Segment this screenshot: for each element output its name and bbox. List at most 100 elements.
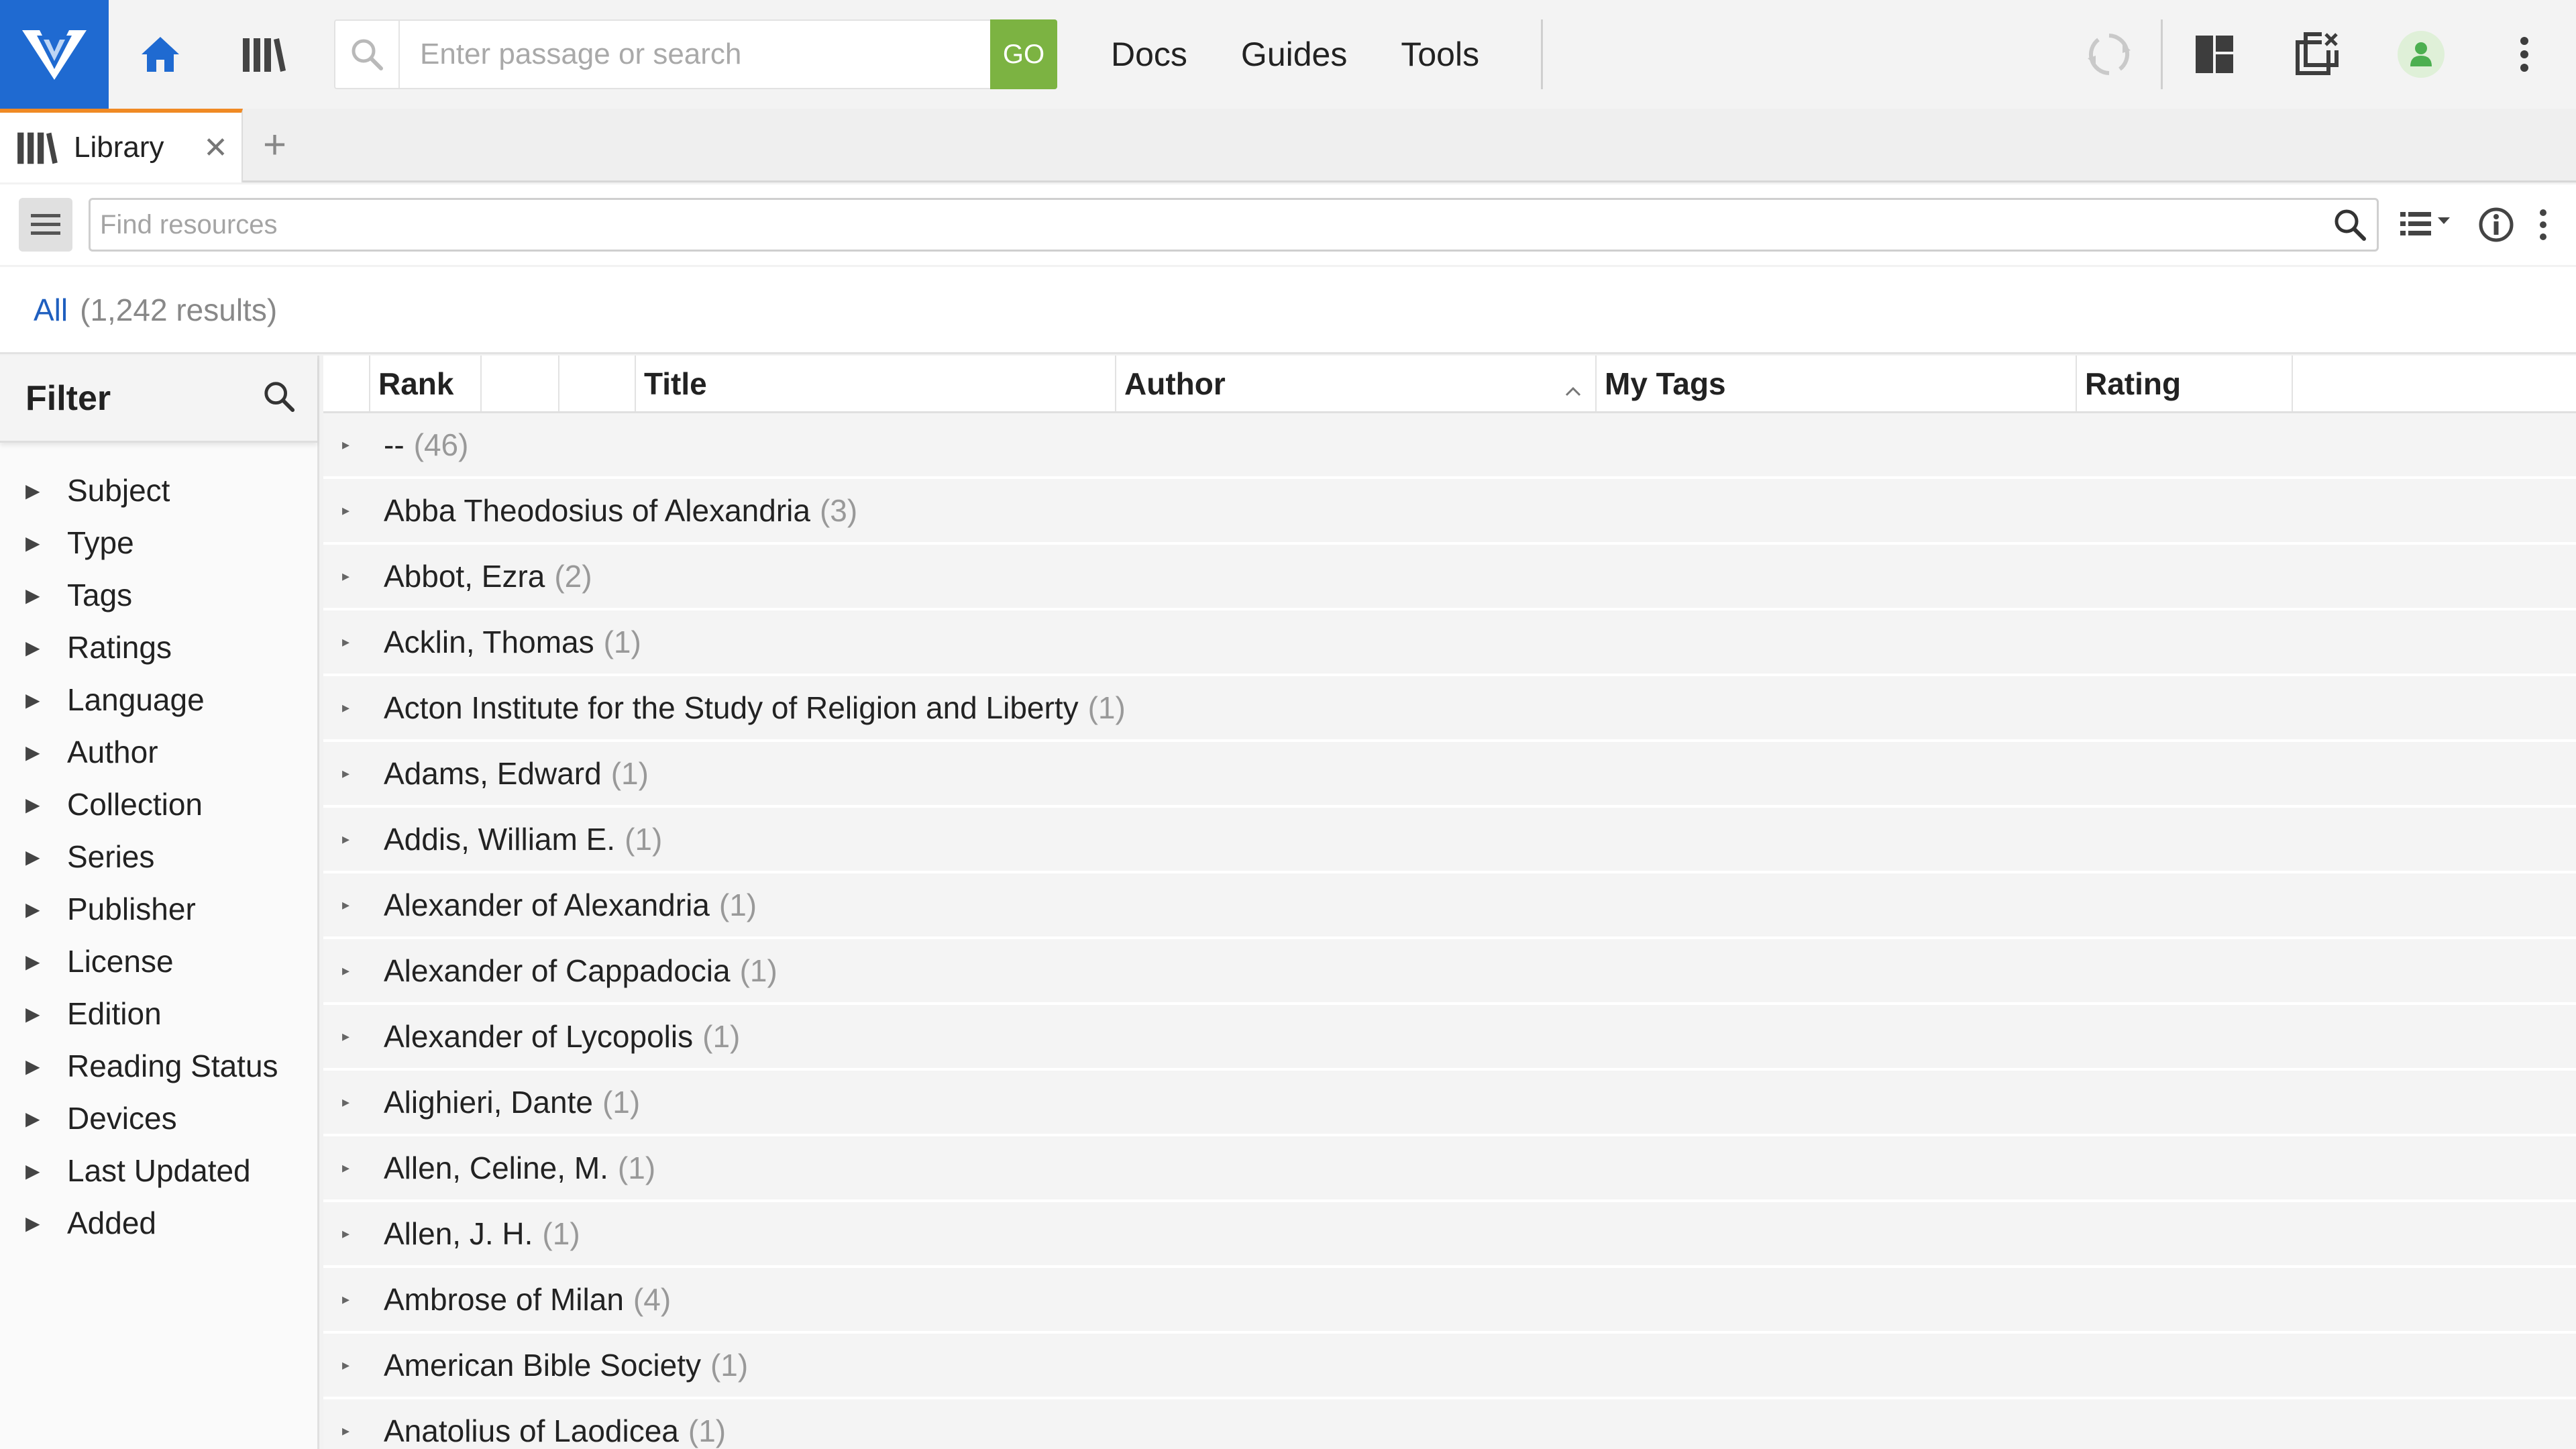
expand-triangle-icon[interactable]: ▶ <box>25 584 67 606</box>
group-count: (4) <box>633 1282 672 1317</box>
expand-triangle-icon[interactable]: ▶ <box>25 532 67 554</box>
search-icon[interactable] <box>262 380 296 417</box>
filter-item[interactable]: ▶ Ratings <box>0 621 317 674</box>
column-author[interactable]: Author <box>1116 356 1597 411</box>
expand-group-icon[interactable]: ▸ <box>342 1028 384 1045</box>
view-options-icon[interactable] <box>2399 208 2454 241</box>
expand-group-icon[interactable]: ▸ <box>342 436 384 453</box>
expand-triangle-icon[interactable]: ▶ <box>25 898 67 920</box>
find-resources-input[interactable] <box>91 209 2323 240</box>
expand-triangle-icon[interactable]: ▶ <box>25 951 67 973</box>
user-icon[interactable] <box>2369 0 2473 109</box>
expand-triangle-icon[interactable]: ▶ <box>25 1160 67 1182</box>
filter-item[interactable]: ▶ Collection <box>0 778 317 830</box>
expand-group-icon[interactable]: ▸ <box>342 1291 384 1308</box>
expand-triangle-icon[interactable]: ▶ <box>25 1108 67 1130</box>
filter-item[interactable]: ▶ Type <box>0 517 317 569</box>
expand-triangle-icon[interactable]: ▶ <box>25 1003 67 1025</box>
filter-item[interactable]: ▶ Devices <box>0 1092 317 1144</box>
group-row[interactable]: ▸ Alighieri, Dante (1) <box>323 1071 2576 1136</box>
expand-triangle-icon[interactable]: ▶ <box>25 689 67 711</box>
layout-icon[interactable] <box>2163 0 2266 109</box>
group-count: (1) <box>602 1085 641 1120</box>
expand-group-icon[interactable]: ▸ <box>342 962 384 979</box>
group-row[interactable]: ▸ Anatolius of Laodicea (1) <box>323 1399 2576 1449</box>
menu-tools[interactable]: Tools <box>1401 35 1479 74</box>
library-icon[interactable] <box>212 0 315 109</box>
expand-group-icon[interactable]: ▸ <box>342 633 384 651</box>
group-row[interactable]: ▸ Acklin, Thomas (1) <box>323 610 2576 676</box>
search-icon[interactable] <box>2323 207 2377 242</box>
close-panels-icon[interactable] <box>2266 0 2369 109</box>
sync-icon[interactable] <box>2057 0 2161 109</box>
filter-item[interactable]: ▶ Publisher <box>0 883 317 935</box>
expand-triangle-icon[interactable]: ▶ <box>25 480 67 502</box>
expand-group-icon[interactable]: ▸ <box>342 1422 384 1440</box>
expand-triangle-icon[interactable]: ▶ <box>25 637 67 659</box>
filter-item[interactable]: ▶ Language <box>0 674 317 726</box>
group-row[interactable]: ▸ Alexander of Lycopolis (1) <box>323 1005 2576 1071</box>
go-button[interactable]: GO <box>990 19 1057 89</box>
expand-triangle-icon[interactable]: ▶ <box>25 741 67 763</box>
filter-item-label: Ratings <box>67 630 172 665</box>
group-row[interactable]: ▸ Addis, William E. (1) <box>323 808 2576 873</box>
expand-group-icon[interactable]: ▸ <box>342 830 384 848</box>
group-row[interactable]: ▸ American Bible Society (1) <box>323 1334 2576 1399</box>
column-blank-3[interactable] <box>2293 356 2576 411</box>
expand-triangle-icon[interactable]: ▶ <box>25 794 67 816</box>
hamburger-icon[interactable] <box>19 198 72 252</box>
group-row[interactable]: ▸ -- (46) <box>323 413 2576 479</box>
top-bar: GO Docs Guides Tools <box>0 0 2576 109</box>
filter-item[interactable]: ▶ Subject <box>0 464 317 517</box>
filter-item[interactable]: ▶ Added <box>0 1197 317 1249</box>
filter-item-label: Edition <box>67 996 162 1031</box>
column-title[interactable]: Title <box>636 356 1116 411</box>
expand-group-icon[interactable]: ▸ <box>342 502 384 519</box>
group-name: American Bible Society <box>384 1348 701 1383</box>
group-row[interactable]: ▸ Abbot, Ezra (2) <box>323 545 2576 610</box>
filter-item[interactable]: ▶ Author <box>0 726 317 778</box>
filter-item[interactable]: ▶ Reading Status <box>0 1040 317 1092</box>
column-blank-2[interactable] <box>559 356 636 411</box>
filter-item[interactable]: ▶ Edition <box>0 987 317 1040</box>
menu-guides[interactable]: Guides <box>1241 35 1347 74</box>
expand-group-icon[interactable]: ▸ <box>342 1159 384 1177</box>
group-row[interactable]: ▸ Alexander of Alexandria (1) <box>323 873 2576 939</box>
expand-triangle-icon[interactable]: ▶ <box>25 846 67 868</box>
logos-logo-icon[interactable] <box>0 0 109 109</box>
expand-group-icon[interactable]: ▸ <box>342 1225 384 1242</box>
add-tab-button[interactable]: + <box>263 125 286 165</box>
more-vertical-icon[interactable] <box>2473 0 2576 109</box>
expand-group-icon[interactable]: ▸ <box>342 896 384 914</box>
menu-docs[interactable]: Docs <box>1111 35 1187 74</box>
group-row[interactable]: ▸ Allen, J. H. (1) <box>323 1202 2576 1268</box>
tab-library[interactable]: Library ✕ <box>0 109 243 182</box>
column-blank-1[interactable] <box>482 356 559 411</box>
all-results-link[interactable]: All <box>34 292 68 328</box>
expand-triangle-icon[interactable]: ▶ <box>25 1055 67 1077</box>
expand-group-icon[interactable]: ▸ <box>342 568 384 585</box>
expand-group-icon[interactable]: ▸ <box>342 765 384 782</box>
group-row[interactable]: ▸ Abba Theodosius of Alexandria (3) <box>323 479 2576 545</box>
home-icon[interactable] <box>109 0 212 109</box>
close-icon[interactable]: ✕ <box>203 131 228 165</box>
group-row[interactable]: ▸ Alexander of Cappadocia (1) <box>323 939 2576 1005</box>
more-vertical-icon[interactable] <box>2538 207 2548 242</box>
filter-item[interactable]: ▶ Last Updated <box>0 1144 317 1197</box>
filter-item[interactable]: ▶ Series <box>0 830 317 883</box>
group-row[interactable]: ▸ Acton Institute for the Study of Religi… <box>323 676 2576 742</box>
group-row[interactable]: ▸ Ambrose of Milan (4) <box>323 1268 2576 1334</box>
column-my-tags[interactable]: My Tags <box>1597 356 2077 411</box>
info-icon[interactable] <box>2478 207 2514 243</box>
column-rating[interactable]: Rating <box>2077 356 2293 411</box>
column-rank[interactable]: Rank <box>370 356 482 411</box>
expand-group-icon[interactable]: ▸ <box>342 1093 384 1111</box>
expand-group-icon[interactable]: ▸ <box>342 699 384 716</box>
filter-item[interactable]: ▶ Tags <box>0 569 317 621</box>
passage-search-input[interactable] <box>400 21 990 88</box>
expand-group-icon[interactable]: ▸ <box>342 1356 384 1374</box>
group-row[interactable]: ▸ Allen, Celine, M. (1) <box>323 1136 2576 1202</box>
filter-item[interactable]: ▶ License <box>0 935 317 987</box>
group-row[interactable]: ▸ Adams, Edward (1) <box>323 742 2576 808</box>
expand-triangle-icon[interactable]: ▶ <box>25 1212 67 1234</box>
